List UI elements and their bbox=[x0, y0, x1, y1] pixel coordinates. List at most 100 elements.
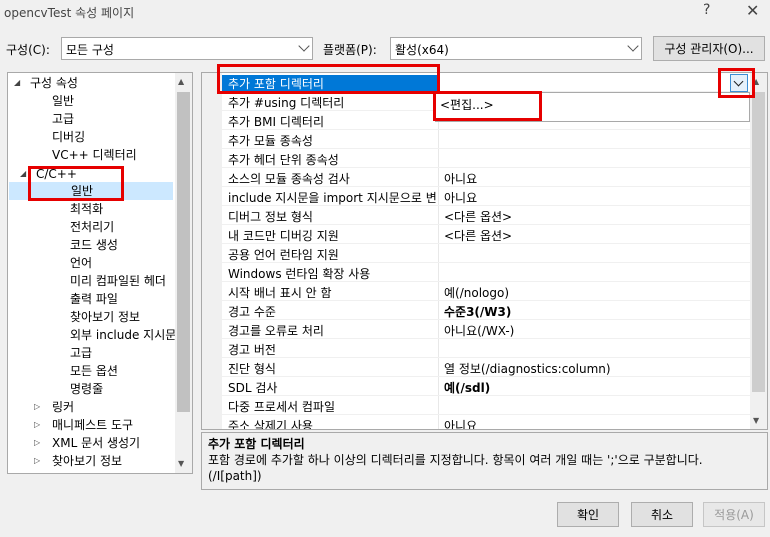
property-value[interactable]: 아니요 bbox=[444, 417, 477, 429]
tree-item[interactable]: 출력 파일 bbox=[8, 290, 176, 308]
property-row[interactable]: 디버그 정보 형식 <다른 옵션> bbox=[202, 206, 750, 225]
description-switch: (/I[path]) bbox=[208, 469, 262, 483]
property-row[interactable]: include 지시문을 import 지시문으로 변 아니요 bbox=[202, 187, 750, 206]
highlight-box bbox=[217, 64, 440, 94]
property-value[interactable]: 예(/nologo) bbox=[444, 284, 509, 301]
scroll-down-icon[interactable]: ▼ bbox=[753, 416, 759, 425]
tree-item[interactable]: ◢ 구성 속성 bbox=[8, 74, 176, 92]
tree-item[interactable]: 찾아보기 정보 bbox=[8, 308, 176, 326]
property-value[interactable]: 예(/sdl) bbox=[444, 379, 490, 396]
scroll-up-icon[interactable]: ▲ bbox=[178, 77, 184, 86]
grid-scrollbar[interactable]: ▲ ▼ bbox=[750, 73, 767, 429]
tree-item[interactable]: ▷ 링커 bbox=[8, 398, 176, 416]
property-row[interactable]: 주소 삭제기 사용 아니요 bbox=[202, 415, 750, 429]
tree-item[interactable]: VC++ 디렉터리 bbox=[8, 146, 176, 164]
apply-button[interactable]: 적용(A) bbox=[703, 502, 765, 527]
collapse-arrow-icon[interactable]: ◢ bbox=[20, 165, 26, 183]
property-name: 내 코드만 디버깅 지원 bbox=[228, 229, 339, 243]
property-row[interactable]: 추가 모듈 종속성 bbox=[202, 130, 750, 149]
tree-item[interactable]: 명령줄 bbox=[8, 380, 176, 398]
property-row[interactable]: Windows 런타임 확장 사용 bbox=[202, 263, 750, 282]
property-row[interactable]: 내 코드만 디버깅 지원 <다른 옵션> bbox=[202, 225, 750, 244]
tree-item[interactable]: 미리 컴파일된 헤더 bbox=[8, 272, 176, 290]
tree-item[interactable]: ▷ 매니페스트 도구 bbox=[8, 416, 176, 434]
tree-item[interactable]: ▷ XML 문서 생성기 bbox=[8, 434, 176, 452]
config-manager-button[interactable]: 구성 관리자(O)... bbox=[653, 36, 765, 61]
expand-arrow-icon[interactable]: ▷ bbox=[34, 452, 40, 470]
property-value[interactable]: <다른 옵션> bbox=[444, 208, 512, 225]
tree-item[interactable]: ▷ 찾아보기 정보 bbox=[8, 452, 176, 470]
tree-item-label: 고급 bbox=[70, 346, 93, 360]
property-row[interactable]: 공용 언어 런타임 지원 bbox=[202, 244, 750, 263]
property-row[interactable]: 진단 형식 열 정보(/diagnostics:column) bbox=[202, 358, 750, 377]
expand-arrow-icon[interactable]: ▷ bbox=[34, 434, 40, 452]
property-name: 공용 언어 런타임 지원 bbox=[228, 248, 339, 262]
property-name: 추가 BMI 디렉터리 bbox=[228, 115, 324, 129]
property-row[interactable]: SDL 검사 예(/sdl) bbox=[202, 377, 750, 396]
cancel-button[interactable]: 취소 bbox=[631, 502, 693, 527]
platform-label: 플랫폼(P): bbox=[323, 43, 377, 57]
property-value[interactable]: <다른 옵션> bbox=[444, 227, 512, 244]
property-value[interactable]: 아니요 bbox=[444, 170, 477, 187]
property-grid: 추가 포함 디렉터리 추가 #using 디렉터리 추가 BMI 디렉터리 추가 모듈… bbox=[201, 72, 768, 430]
tree-item-label: 최적화 bbox=[70, 202, 104, 216]
scroll-thumb[interactable] bbox=[177, 92, 190, 412]
help-button[interactable]: ? bbox=[703, 2, 710, 18]
expand-arrow-icon[interactable]: ▷ bbox=[34, 398, 40, 416]
tree-item-label: 출력 파일 bbox=[70, 292, 118, 306]
property-name: 소스의 모듈 종속성 검사 bbox=[228, 172, 350, 186]
close-button[interactable]: ✕ bbox=[746, 1, 759, 20]
tree-item[interactable]: 전처리기 bbox=[8, 218, 176, 236]
tree-item[interactable]: 디버깅 bbox=[8, 128, 176, 146]
tree-item-label: 미리 컴파일된 헤더 bbox=[70, 274, 166, 288]
property-row[interactable]: 추가 헤더 단위 종속성 bbox=[202, 149, 750, 168]
tree-item[interactable]: 외부 include 지시문 bbox=[8, 326, 176, 344]
expand-arrow-icon[interactable]: ▷ bbox=[34, 416, 40, 434]
property-value[interactable]: 열 정보(/diagnostics:column) bbox=[444, 360, 611, 377]
tree-item[interactable]: 고급 bbox=[8, 110, 176, 128]
tree-scrollbar[interactable]: ▲ ▼ bbox=[175, 73, 192, 473]
property-name: 추가 헤더 단위 종속성 bbox=[228, 153, 339, 167]
property-name: 경고 버전 bbox=[228, 343, 276, 357]
description-panel: 추가 포함 디렉터리 포함 경로에 추가할 하나 이상의 디렉터리를 지정합니다… bbox=[201, 432, 768, 490]
chevron-down-icon bbox=[627, 40, 639, 52]
property-row[interactable]: 다중 프로세서 컴파일 bbox=[202, 396, 750, 415]
property-row[interactable]: 시작 배너 표시 안 함 예(/nologo) bbox=[202, 282, 750, 301]
property-value[interactable]: 수준3(/W3) bbox=[444, 303, 511, 320]
platform-value: 활성(x64) bbox=[395, 43, 449, 57]
tree-item[interactable]: 일반 bbox=[8, 92, 176, 110]
property-row[interactable]: 경고 수준 수준3(/W3) bbox=[202, 301, 750, 320]
tree-item-label: 코드 생성 bbox=[70, 238, 118, 252]
property-name: SDL 검사 bbox=[228, 381, 278, 395]
collapse-arrow-icon[interactable]: ◢ bbox=[14, 74, 20, 92]
tree-item-label: 모든 옵션 bbox=[70, 364, 118, 378]
tree-item-label: 링커 bbox=[52, 400, 75, 414]
property-value[interactable]: 아니요(/WX-) bbox=[444, 322, 514, 339]
tree-item[interactable]: 최적화 bbox=[8, 200, 176, 218]
scroll-thumb[interactable] bbox=[752, 92, 765, 392]
property-name: 디버그 정보 형식 bbox=[228, 210, 313, 224]
highlight-box bbox=[28, 166, 124, 201]
tree-item[interactable]: 고급 bbox=[8, 344, 176, 362]
highlight-box bbox=[718, 68, 755, 98]
config-select[interactable]: 모든 구성 bbox=[61, 37, 313, 60]
property-name: 추가 모듈 종속성 bbox=[228, 134, 313, 148]
tree-item-label: 고급 bbox=[52, 112, 75, 126]
window-title: opencvTest 속성 페이지 bbox=[4, 6, 135, 20]
property-name: 경고를 오류로 처리 bbox=[228, 324, 324, 338]
property-value[interactable]: 아니요 bbox=[444, 189, 477, 206]
tree-item[interactable]: 언어 bbox=[8, 254, 176, 272]
property-row[interactable]: 소스의 모듈 종속성 검사 아니요 bbox=[202, 168, 750, 187]
config-label: 구성(C): bbox=[6, 43, 50, 57]
scroll-down-icon[interactable]: ▼ bbox=[178, 459, 184, 468]
tree-item-label: 디버깅 bbox=[52, 130, 86, 144]
ok-button[interactable]: 확인 bbox=[557, 502, 619, 527]
platform-select[interactable]: 활성(x64) bbox=[390, 37, 642, 60]
tree-item[interactable]: 코드 생성 bbox=[8, 236, 176, 254]
property-row[interactable]: 경고를 오류로 처리 아니요(/WX-) bbox=[202, 320, 750, 339]
title-bar: opencvTest 속성 페이지 ? ✕ bbox=[0, 0, 770, 24]
property-row[interactable]: 경고 버전 bbox=[202, 339, 750, 358]
property-name: 경고 수준 bbox=[228, 305, 276, 319]
tree-item-label: 매니페스트 도구 bbox=[52, 418, 134, 432]
tree-item[interactable]: 모든 옵션 bbox=[8, 362, 176, 380]
